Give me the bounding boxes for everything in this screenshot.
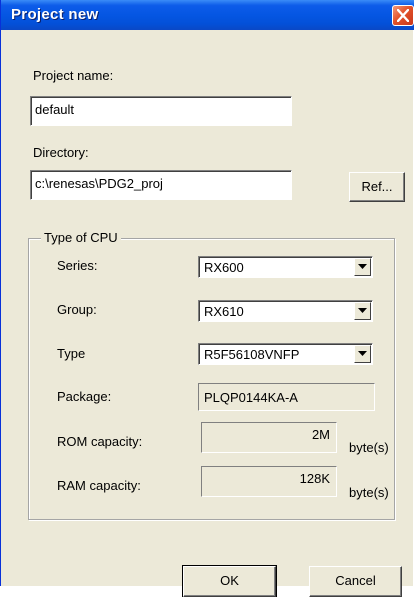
rom-capacity-label: ROM capacity:	[57, 434, 143, 449]
directory-input[interactable]: c:\renesas\PDG2_proj	[30, 170, 292, 200]
series-label: Series:	[57, 258, 98, 273]
package-value: PLQP0144KA-A	[204, 390, 298, 405]
type-dropdown-button[interactable]	[354, 345, 371, 363]
directory-label: Directory:	[33, 145, 89, 160]
title-bar[interactable]: Project new	[1, 0, 414, 30]
cancel-button[interactable]: Cancel	[309, 566, 402, 597]
chevron-down-icon	[358, 264, 367, 269]
group-dropdown-button[interactable]	[354, 302, 371, 320]
series-dropdown-button[interactable]	[354, 258, 371, 276]
ok-button[interactable]: OK	[182, 565, 277, 597]
package-label: Package:	[57, 389, 112, 404]
ram-capacity-label: RAM capacity:	[57, 478, 141, 493]
project-name-input[interactable]: default	[30, 96, 292, 126]
package-field: PLQP0144KA-A	[198, 383, 375, 411]
chevron-down-icon	[358, 351, 367, 356]
series-select[interactable]: RX600	[198, 256, 373, 278]
rom-capacity-field: 2M	[201, 422, 337, 453]
type-label: Type	[57, 346, 86, 361]
ram-capacity-field: 128K	[201, 466, 337, 497]
chevron-down-icon	[358, 308, 367, 313]
close-icon	[397, 9, 409, 22]
group-value: RX610	[204, 304, 244, 319]
rom-capacity-value: 2M	[311, 427, 330, 442]
type-select[interactable]: R5F56108VNFP	[198, 343, 373, 365]
cpu-type-group-label: Type of CPU	[41, 230, 121, 245]
rom-unit-label: byte(s)	[349, 440, 389, 455]
project-new-dialog: Project new Project name: default Direct…	[0, 0, 414, 597]
group-select[interactable]: RX610	[198, 300, 373, 322]
project-name-label: Project name:	[33, 68, 114, 83]
close-button[interactable]	[392, 5, 414, 26]
group-label: Group:	[57, 302, 97, 317]
ram-capacity-value: 128K	[299, 471, 330, 486]
window-title: Project new	[11, 6, 99, 23]
series-value: RX600	[204, 260, 244, 275]
ref-button[interactable]: Ref...	[349, 172, 405, 202]
ram-unit-label: byte(s)	[349, 485, 389, 500]
type-value: R5F56108VNFP	[204, 347, 300, 362]
